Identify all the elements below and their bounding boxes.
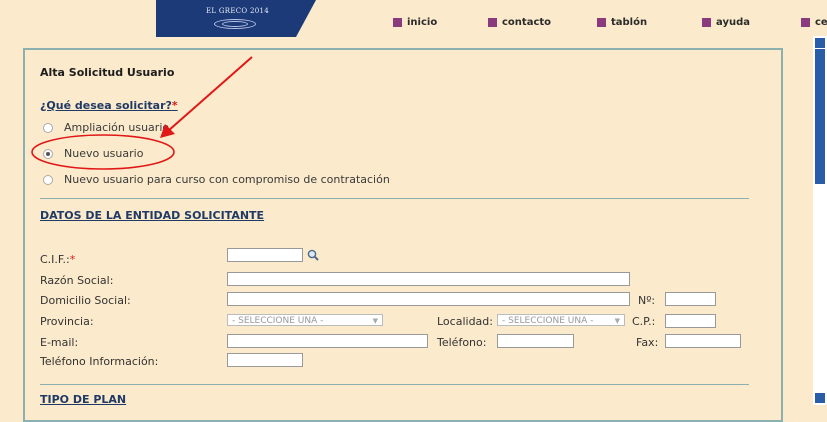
email-input[interactable] bbox=[227, 334, 428, 348]
search-icon[interactable] bbox=[307, 249, 319, 261]
cp-input[interactable] bbox=[665, 314, 716, 328]
numero-label: Nº: bbox=[638, 294, 656, 307]
telefono-informacion-label: Teléfono Información: bbox=[40, 355, 159, 368]
option-nuevo-usuario[interactable]: Nuevo usuario bbox=[43, 147, 143, 160]
request-question: ¿Qué desea solicitar?* bbox=[40, 99, 178, 112]
razon-social-label: Razón Social: bbox=[40, 274, 114, 287]
radio-nuevo-usuario[interactable] bbox=[43, 148, 53, 159]
logo-banner-slant bbox=[296, 0, 316, 37]
fax-label: Fax: bbox=[636, 336, 659, 349]
nav-item-contacto[interactable]: contacto bbox=[488, 17, 551, 28]
cp-label: C.P.: bbox=[632, 315, 656, 328]
divider bbox=[40, 384, 749, 385]
nav-item-ayuda[interactable]: ayuda bbox=[702, 17, 750, 28]
top-navigation-bar: EL GRECO 2014 inicio contacto tablón ayu… bbox=[0, 0, 827, 37]
section-entity-heading: DATOS DE LA ENTIDAD SOLICITANTE bbox=[40, 209, 265, 222]
provincia-label: Provincia: bbox=[40, 315, 94, 328]
radio-nuevo-usuario-curso[interactable] bbox=[43, 174, 53, 185]
nav-square-icon bbox=[702, 18, 711, 27]
site-logo-text: EL GRECO 2014 bbox=[206, 7, 269, 15]
option-ampliacion-usuario[interactable]: Ampliación usuario bbox=[43, 121, 169, 134]
cif-label: C.I.F.:* bbox=[40, 253, 76, 266]
numero-input[interactable] bbox=[665, 292, 716, 306]
page-title: Alta Solicitud Usuario bbox=[40, 66, 175, 79]
cif-input[interactable] bbox=[227, 248, 303, 262]
domicilio-social-input[interactable] bbox=[227, 292, 630, 306]
section-plan-heading: TIPO DE PLAN bbox=[40, 393, 127, 406]
domicilio-social-label: Domicilio Social: bbox=[40, 294, 131, 307]
option-label: Nuevo usuario bbox=[64, 147, 144, 160]
chevron-down-icon: ▼ bbox=[614, 317, 620, 325]
localidad-label: Localidad: bbox=[437, 315, 493, 328]
option-label: Ampliación usuario bbox=[64, 121, 170, 134]
telefono-label: Teléfono: bbox=[437, 336, 487, 349]
scroll-up-arrow-icon[interactable] bbox=[815, 38, 825, 48]
localidad-select[interactable]: - SELECCIONE UNA - ▼ bbox=[497, 314, 625, 326]
telefono-input[interactable] bbox=[497, 334, 574, 348]
nav-item-tablon[interactable]: tablón bbox=[597, 17, 647, 28]
radio-ampliacion[interactable] bbox=[43, 122, 53, 133]
nav-square-icon bbox=[801, 18, 810, 27]
nav-square-icon bbox=[393, 18, 402, 27]
required-mark: * bbox=[171, 99, 178, 112]
nav-item-inicio[interactable]: inicio bbox=[393, 17, 437, 28]
telefono-informacion-input[interactable] bbox=[227, 353, 303, 367]
vertical-scrollbar[interactable] bbox=[813, 36, 827, 405]
chevron-down-icon: ▼ bbox=[372, 317, 378, 325]
provincia-select[interactable]: - SELECCIONE UNA - ▼ bbox=[227, 314, 383, 326]
nav-square-icon bbox=[597, 18, 606, 27]
logo-swirl-inner bbox=[222, 21, 248, 27]
nav-square-icon bbox=[488, 18, 497, 27]
scroll-down-arrow-icon[interactable] bbox=[815, 393, 825, 403]
scrollbar-thumb[interactable] bbox=[815, 49, 825, 184]
fax-input[interactable] bbox=[665, 334, 741, 348]
razon-social-input[interactable] bbox=[227, 272, 630, 286]
option-nuevo-usuario-curso[interactable]: Nuevo usuario para curso con compromiso … bbox=[43, 173, 390, 186]
email-label: E-mail: bbox=[40, 336, 79, 349]
divider bbox=[40, 198, 749, 199]
nav-item-ce[interactable]: ce bbox=[801, 17, 827, 28]
option-label: Nuevo usuario para curso con compromiso … bbox=[64, 173, 390, 186]
